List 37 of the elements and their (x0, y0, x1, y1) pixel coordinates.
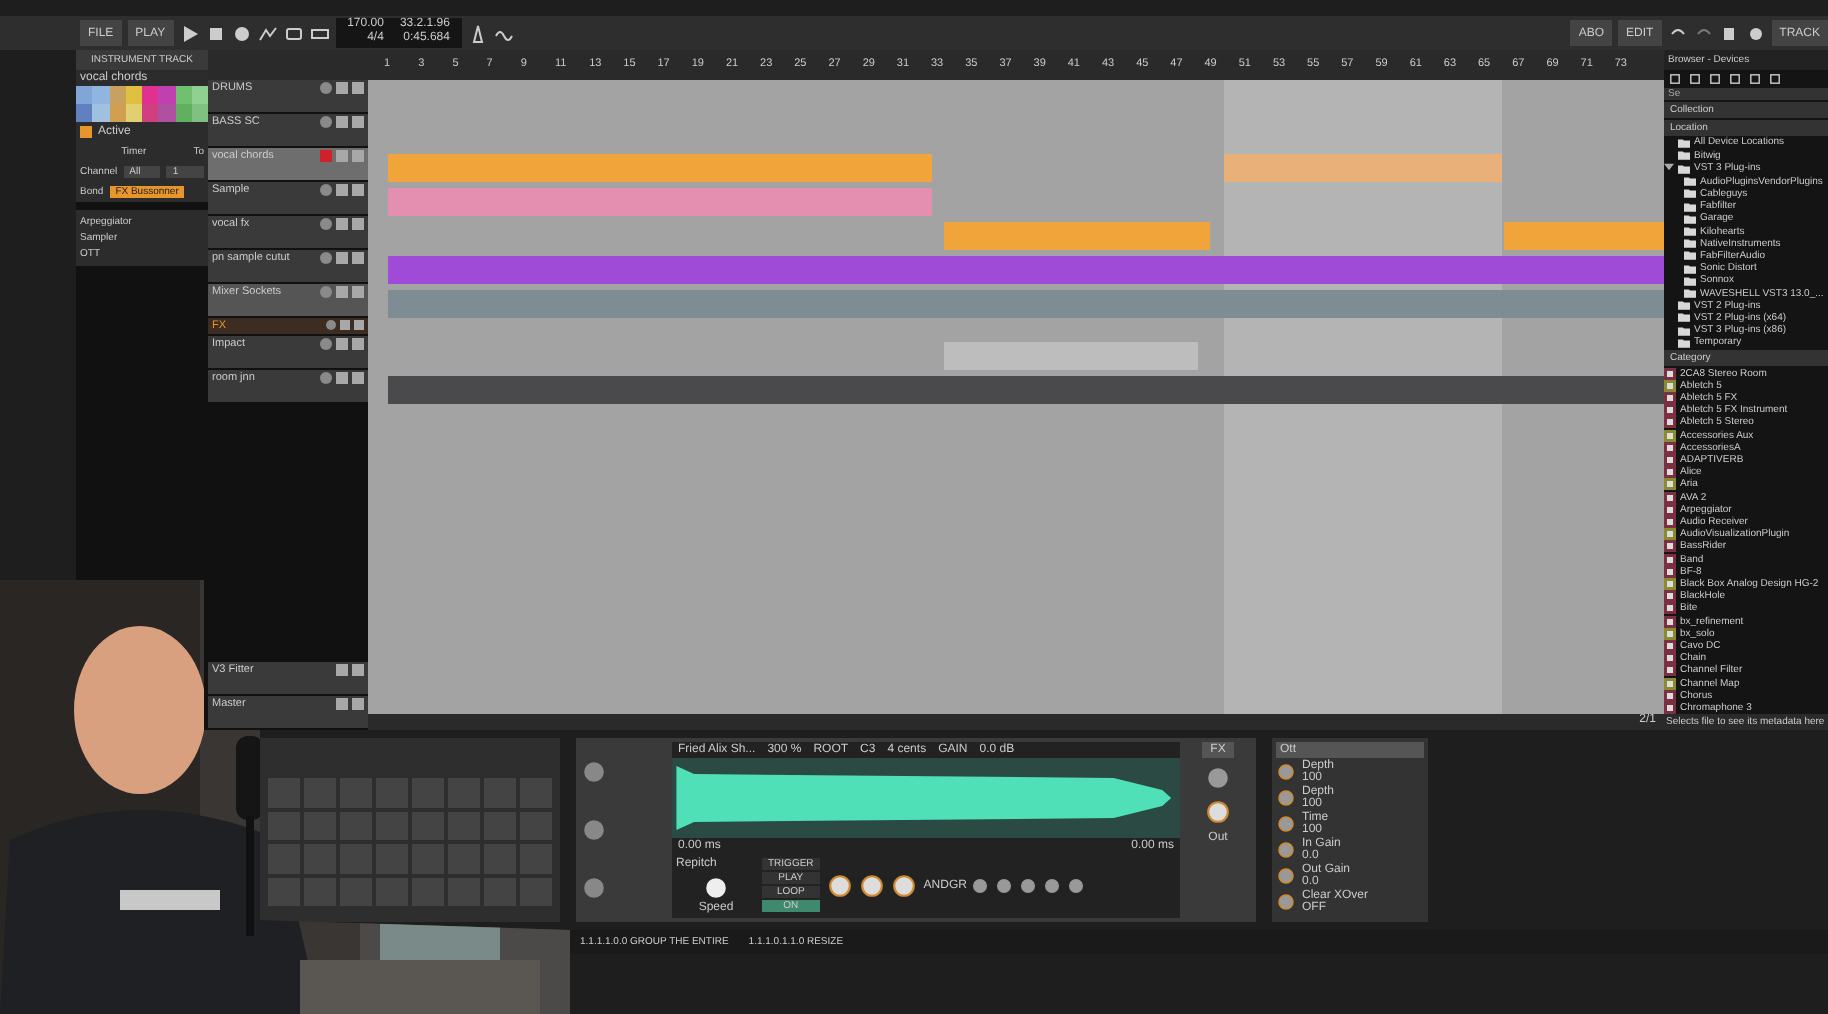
clip[interactable] (1223, 154, 1502, 182)
clip[interactable] (944, 222, 1211, 250)
knob[interactable] (857, 872, 886, 900)
knob[interactable] (1204, 798, 1232, 826)
automation-icon[interactable] (257, 23, 278, 43)
clip[interactable] (387, 154, 932, 182)
stop-icon[interactable] (205, 23, 226, 43)
knob[interactable] (889, 872, 918, 900)
knob[interactable] (994, 876, 1015, 896)
record-arm-button[interactable] (326, 320, 336, 330)
knob[interactable] (1018, 876, 1039, 896)
record-arm-button[interactable] (320, 218, 332, 230)
clip[interactable] (944, 342, 1198, 370)
clip[interactable] (387, 256, 667, 284)
clip[interactable] (387, 376, 1664, 404)
record-arm-button[interactable] (320, 184, 332, 196)
knob[interactable] (702, 874, 730, 902)
active-checkbox[interactable] (80, 126, 92, 138)
record-arm-button[interactable] (320, 116, 332, 128)
record-arm-button[interactable] (320, 82, 332, 94)
clip[interactable] (387, 290, 667, 318)
record-arm-button[interactable] (320, 338, 332, 350)
record-arm-button[interactable] (320, 286, 332, 298)
knob[interactable] (1042, 876, 1063, 896)
clip[interactable] (387, 188, 932, 216)
record-icon[interactable] (231, 23, 252, 43)
knob[interactable] (825, 872, 854, 900)
clip[interactable] (1502, 256, 1664, 284)
record-arm-button[interactable] (320, 372, 332, 384)
clip[interactable] (1504, 222, 1664, 250)
play-icon[interactable] (179, 23, 200, 43)
record-arm-button[interactable] (320, 252, 332, 264)
knob[interactable] (970, 876, 991, 896)
color-palette[interactable] (76, 86, 208, 122)
metronome-icon[interactable] (467, 23, 488, 43)
clip[interactable] (1502, 290, 1664, 318)
knob[interactable] (1066, 876, 1087, 896)
